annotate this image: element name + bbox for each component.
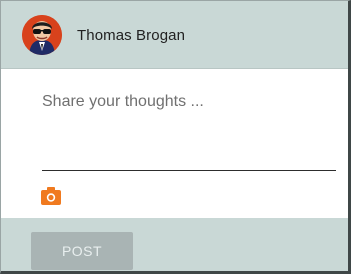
avatar-icon bbox=[22, 15, 62, 55]
camera-button[interactable] bbox=[41, 187, 61, 205]
camera-icon bbox=[41, 187, 61, 205]
composer-footer: POST bbox=[1, 218, 348, 271]
post-composer-card: Thomas Brogan POST bbox=[0, 0, 351, 274]
user-name: Thomas Brogan bbox=[77, 27, 186, 44]
avatar bbox=[22, 15, 62, 55]
post-button[interactable]: POST bbox=[31, 232, 133, 270]
composer-body bbox=[1, 69, 348, 205]
post-text-input[interactable] bbox=[42, 93, 336, 171]
composer-header: Thomas Brogan bbox=[1, 1, 348, 69]
